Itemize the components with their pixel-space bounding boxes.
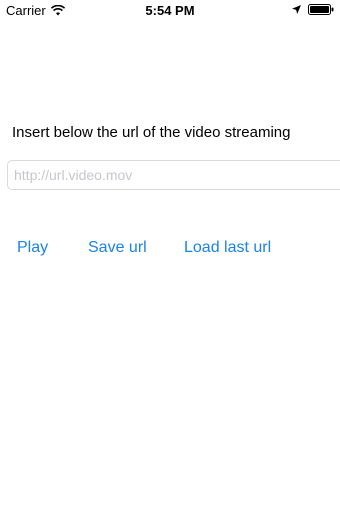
url-input[interactable]: [7, 160, 340, 190]
instruction-label: Insert below the url of the video stream…: [12, 124, 291, 141]
battery-icon: [308, 4, 334, 15]
play-button[interactable]: Play: [17, 239, 48, 257]
status-time: 5:54 PM: [145, 3, 195, 18]
status-bar: Carrier 5:54 PM: [0, 0, 340, 22]
load-last-url-button[interactable]: Load last url: [184, 239, 271, 257]
save-url-button[interactable]: Save url: [88, 239, 147, 257]
status-right: [292, 4, 334, 15]
location-icon: [292, 5, 301, 14]
